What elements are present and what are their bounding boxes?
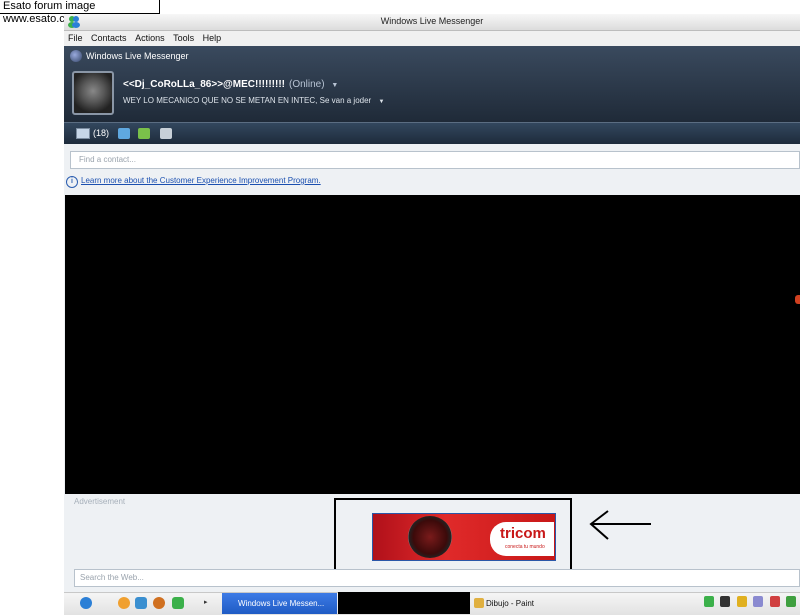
window-title: Windows Live Messenger — [380, 16, 484, 26]
web-search-input[interactable]: Search the Web... — [74, 569, 800, 587]
antivirus-icon[interactable] — [769, 596, 780, 607]
mail-count: (18) — [93, 128, 110, 138]
find-contact-input[interactable]: Find a contact... — [70, 151, 800, 169]
watermark-text: Esato forum image www.esato.com — [0, 0, 160, 25]
avatar[interactable] — [72, 71, 114, 115]
menu-bar: File Contacts Actions Tools Help — [64, 31, 800, 46]
menu-contacts[interactable]: Contacts — [91, 31, 127, 46]
redacted-taskbar-item — [338, 592, 470, 614]
messenger-logo-icon — [70, 50, 82, 62]
ceip-link[interactable]: Learn more about the Customer Experience… — [81, 176, 321, 185]
menu-actions[interactable]: Actions — [135, 31, 165, 46]
add-contact-icon[interactable] — [138, 128, 150, 139]
window-titlebar[interactable]: Windows Live Messenger — [64, 14, 800, 31]
menu-help[interactable]: Help — [203, 31, 222, 46]
browser-icon[interactable] — [153, 597, 165, 609]
display-name: <<Dj_CoRoLLa_86>>@MEC!!!!!!!!! — [123, 79, 285, 90]
redacted-contact-list — [65, 195, 800, 494]
apple-logo-icon[interactable] — [80, 597, 92, 609]
arrow-left-icon — [589, 510, 651, 540]
info-icon: i — [66, 176, 78, 188]
ad-brand: tricom — [500, 525, 546, 542]
personal-message: WEY LO MECANICO QUE NO SE METAN EN INTEC… — [123, 96, 372, 105]
update-icon[interactable] — [786, 596, 797, 607]
toolbar: (18) — [64, 122, 800, 145]
scroll-marker-icon — [795, 295, 800, 304]
mail-button[interactable]: (18) — [76, 128, 110, 140]
network-icon[interactable] — [720, 596, 731, 607]
ad-tagline: conecta tu mundo — [505, 544, 545, 550]
menu-file[interactable]: File — [68, 31, 83, 46]
firefox-icon[interactable] — [118, 597, 130, 609]
ie-icon[interactable] — [135, 597, 147, 609]
ceip-notice: i Learn more about the Customer Experienc… — [66, 176, 321, 188]
speedometer-icon — [408, 516, 452, 558]
layout-options-icon[interactable] — [160, 128, 172, 139]
taskbar-paint-button[interactable]: Dibujo - Paint — [472, 593, 592, 614]
menu-tools[interactable]: Tools — [173, 31, 194, 46]
advertisement-label: Advertisement — [74, 497, 126, 506]
status-label: (Online) — [289, 79, 325, 90]
brand-title: Windows Live Messenger — [86, 51, 189, 61]
contact-card-icon[interactable] — [118, 128, 130, 139]
messenger-tray-icon[interactable] — [704, 596, 714, 607]
mail-icon — [76, 128, 90, 140]
system-tray — [704, 596, 800, 610]
taskbar-messenger-button[interactable]: Windows Live Messen... — [222, 593, 337, 614]
volume-icon[interactable] — [753, 596, 764, 607]
quicklaunch-chevron-right-icon[interactable]: ▸ — [204, 598, 208, 606]
personal-message-chevron-down-icon[interactable]: ▼ — [378, 99, 384, 105]
display-name-button[interactable]: <<Dj_CoRoLLa_86>>@MEC!!!!!!!!! (Online) ▼ — [123, 79, 338, 90]
status-chevron-down-icon[interactable]: ▼ — [331, 82, 338, 89]
personal-message-button[interactable]: WEY LO MECANICO QUE NO SE METAN EN INTEC… — [123, 96, 384, 105]
shield-icon[interactable] — [736, 596, 747, 607]
messenger-quicklaunch-icon[interactable] — [172, 597, 184, 609]
